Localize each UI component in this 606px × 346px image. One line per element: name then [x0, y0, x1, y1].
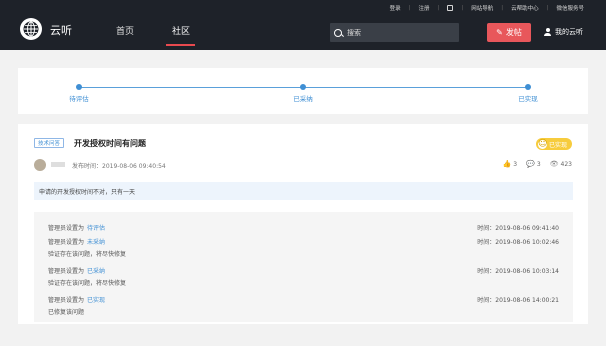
history-value: 已采纳: [87, 268, 106, 275]
search-icon[interactable]: [334, 28, 342, 37]
history-note: 验证存在该问题，将尽快修复: [48, 251, 127, 258]
search-box[interactable]: [330, 23, 459, 42]
status-progress: 待评估 已采纳 已实现: [18, 68, 588, 114]
publish-time: 发布时间：2019-08-06 09:40:54: [72, 163, 166, 170]
history-prefix: 管理员设置为: [48, 297, 85, 304]
history-prefix: 管理员设置为: [48, 225, 85, 232]
history-prefix: 管理员设置为: [48, 239, 85, 246]
history-time: 时间：2019-08-06 14:00:21: [477, 297, 559, 304]
history-time: 时间：2019-08-06 10:03:14: [477, 268, 559, 275]
comment-icon[interactable]: 💬: [526, 160, 535, 168]
divider: |: [408, 4, 411, 11]
divider: |: [437, 4, 440, 11]
help-center-link[interactable]: 云帮助中心: [511, 4, 539, 12]
post-description: 申请的开发授权时间不对，只有一天: [34, 182, 573, 200]
login-link[interactable]: 登录: [390, 4, 401, 12]
history-time: 时间：2019-08-06 09:41:40: [477, 225, 559, 232]
divider: |: [501, 4, 504, 11]
history-value: 未采纳: [87, 239, 106, 246]
step-label-adopted: 已采纳: [293, 95, 313, 103]
site-nav-link[interactable]: 网站导航: [471, 4, 493, 12]
mobile-icon[interactable]: [447, 4, 454, 11]
history-time: 时间：2019-08-06 10:02:46: [477, 239, 559, 246]
history-entry: 管理员设置为 已采纳: [48, 266, 105, 275]
status-history: 管理员设置为 待评估 时间：2019-08-06 09:41:40 管理员设置为未…: [34, 212, 573, 322]
history-entry: 管理员设置为 已实现: [48, 295, 105, 304]
eye-icon: 👁: [549, 160, 559, 168]
comment-count: 3: [536, 160, 541, 168]
active-nav-indicator: [166, 44, 195, 46]
divider: |: [546, 4, 549, 11]
wechat-link[interactable]: 微信服务号: [556, 4, 584, 12]
history-entry: 管理员设置为 待评估: [48, 223, 105, 232]
post-button[interactable]: ✎ 发帖: [487, 23, 531, 42]
step-label-implemented: 已实现: [518, 95, 538, 103]
status-badge: 已实现: [535, 138, 572, 150]
top-navbar: 登录 | 注册 | | 网站导航 | 云帮助中心 | 微信服务号 云听 首页 社…: [0, 0, 606, 50]
status-label: 已实现: [548, 141, 567, 149]
history-note: 已修复该问题: [48, 309, 85, 316]
post-detail: 技术问答 开发授权时间有问题 已实现 发布时间：2019-08-06 09:40…: [18, 124, 588, 324]
logo-icon[interactable]: [20, 18, 42, 40]
view-count: 423: [560, 160, 572, 168]
avatar[interactable]: [34, 159, 46, 171]
user-icon: [544, 28, 551, 36]
post-button-label: 发帖: [505, 28, 522, 37]
history-value: 待评估: [87, 225, 106, 232]
pencil-icon: ✎: [496, 28, 503, 37]
divider: |: [461, 4, 464, 11]
brand-name[interactable]: 云听: [50, 22, 72, 38]
author-name-blurred[interactable]: [51, 162, 65, 167]
nav-community[interactable]: 社区: [172, 24, 190, 37]
search-input[interactable]: [347, 28, 447, 37]
history-note: 验证存在该问题，将尽快修复: [48, 280, 127, 287]
register-link[interactable]: 注册: [419, 4, 430, 12]
history-value: 已实现: [87, 297, 106, 304]
step-dot-pending: [76, 84, 82, 90]
my-account-label: 我的云听: [555, 28, 583, 36]
top-links: 登录 | 注册 | | 网站导航 | 云帮助中心 | 微信服务号: [382, 3, 584, 12]
step-dot-implemented: [525, 84, 531, 90]
step-label-pending: 待评估: [69, 95, 89, 103]
nav-home[interactable]: 首页: [116, 24, 134, 37]
thumbs-up-icon[interactable]: 👍: [503, 160, 512, 168]
history-entry: 管理员设置为 未采纳: [48, 237, 105, 246]
category-tag[interactable]: 技术问答: [34, 138, 65, 148]
post-title: 开发授权时间有问题: [74, 139, 146, 148]
my-account-link[interactable]: 我的云听: [544, 27, 583, 37]
smile-icon: [537, 138, 547, 150]
step-dot-adopted: [300, 84, 306, 90]
like-count: 3: [513, 160, 518, 168]
history-prefix: 管理员设置为: [48, 268, 85, 275]
post-stats: 👍 3 💬 3 👁 423: [494, 160, 572, 168]
